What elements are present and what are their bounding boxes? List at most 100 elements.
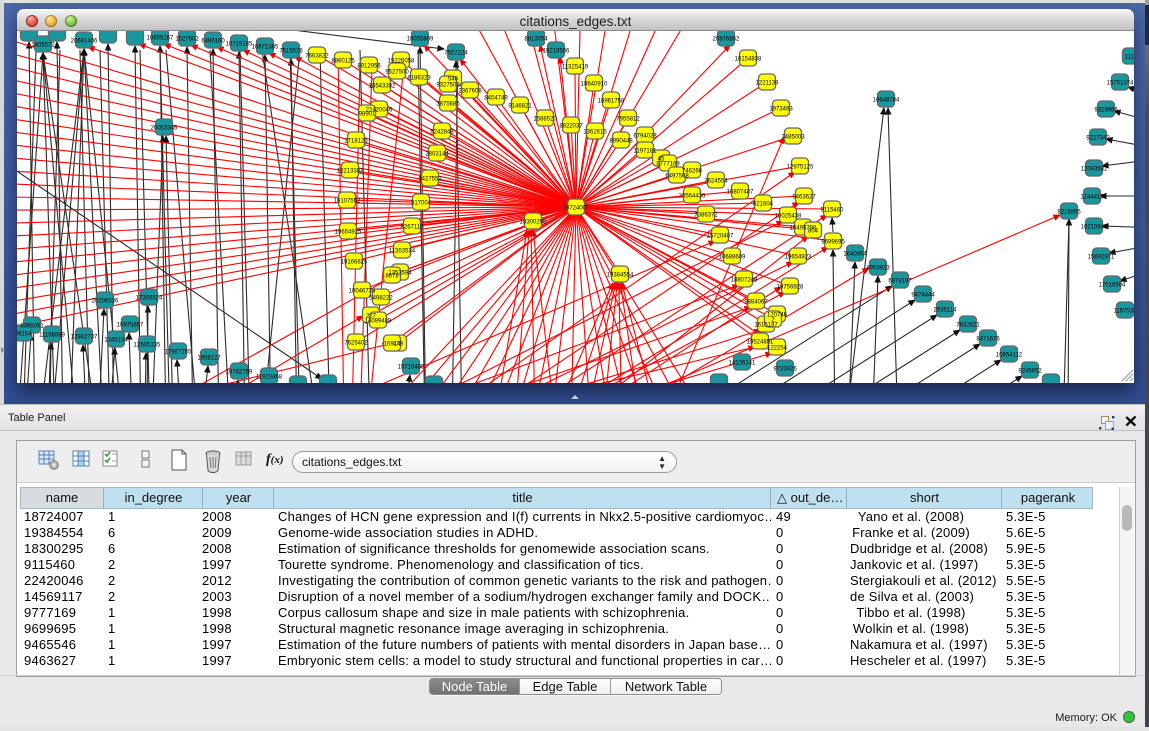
svg-text:11156889: 11156889	[39, 333, 65, 339]
svg-text:8215955: 8215955	[1057, 210, 1081, 216]
svg-text:8990448: 8990448	[609, 139, 633, 145]
svg-text:10055809: 10055809	[407, 37, 434, 43]
svg-text:3875685: 3875685	[436, 102, 460, 108]
svg-text:8912956: 8912956	[357, 64, 381, 70]
svg-text:1405572: 1405572	[31, 43, 55, 49]
svg-text:5498222: 5498222	[369, 296, 393, 302]
svg-text:16543382: 16543382	[369, 84, 396, 90]
svg-text:9245652: 9245652	[1018, 369, 1042, 375]
svg-text:1958127: 1958127	[197, 356, 221, 362]
svg-text:746266: 746266	[682, 169, 703, 175]
svg-text:11353534: 11353534	[389, 249, 416, 255]
svg-text:821604: 821604	[753, 202, 774, 208]
svg-text:7515526: 7515526	[279, 49, 303, 55]
svg-text:18807249: 18807249	[731, 278, 758, 284]
svg-text:12093582: 12093582	[1081, 167, 1108, 173]
svg-text:20053346: 20053346	[151, 126, 178, 132]
svg-text:8454749: 8454749	[484, 96, 508, 102]
svg-text:8860125: 8860125	[331, 59, 355, 65]
svg-text:10025438: 10025438	[775, 214, 802, 220]
svg-text:9242848: 9242848	[430, 130, 454, 136]
svg-text:12213382: 12213382	[337, 169, 364, 175]
svg-text:1973493: 1973493	[769, 107, 793, 113]
svg-text:1112: 1112	[1125, 55, 1134, 61]
svg-text:20206536: 20206536	[92, 299, 119, 305]
svg-text:10671385: 10671385	[252, 45, 279, 51]
svg-text:1588520: 1588520	[533, 117, 557, 123]
svg-text:1197181: 1197181	[634, 149, 658, 155]
svg-text:17359924: 17359924	[136, 296, 163, 302]
svg-text:2718126: 2718126	[344, 139, 368, 145]
svg-text:1244415: 1244415	[1080, 195, 1104, 201]
svg-text:2803144: 2803144	[425, 152, 449, 158]
svg-text:9327508: 9327508	[436, 83, 460, 89]
svg-text:17016504: 17016504	[1099, 283, 1126, 289]
svg-text:8678: 8678	[385, 274, 399, 280]
svg-text:3624554: 3624554	[704, 179, 728, 185]
svg-text:19166825: 19166825	[341, 260, 368, 266]
svg-text:16961758: 16961758	[598, 99, 625, 105]
svg-text:10655267: 10655267	[147, 36, 174, 42]
svg-text:16782759: 16782759	[226, 370, 253, 376]
svg-text:14136141: 14136141	[729, 361, 756, 367]
svg-text:9699695: 9699695	[821, 240, 845, 246]
svg-text:2935114: 2935114	[934, 308, 958, 314]
svg-text:2367608: 2367608	[458, 89, 482, 95]
svg-text:804: 804	[808, 229, 819, 235]
svg-text:8471676: 8471676	[976, 337, 1000, 343]
svg-text:14099489: 14099489	[365, 319, 392, 325]
svg-text:1640954: 1640954	[843, 252, 867, 258]
svg-text:15720407: 15720407	[707, 234, 734, 240]
svg-text:15716485: 15716485	[398, 365, 425, 371]
svg-text:8267110: 8267110	[401, 225, 425, 231]
svg-text:7386372: 7386372	[694, 213, 718, 219]
svg-text:19384554: 19384554	[607, 273, 634, 279]
svg-text:39154: 39154	[17, 332, 32, 338]
svg-text:122254: 122254	[767, 346, 788, 352]
svg-text:15226058: 15226058	[388, 59, 415, 65]
svg-text:8427552: 8427552	[418, 177, 442, 183]
svg-text:18640910: 18640910	[581, 82, 608, 88]
svg-text:10975867: 10975867	[117, 323, 144, 329]
svg-text:11325419: 11325419	[562, 65, 589, 71]
svg-text:18724007: 18724007	[563, 206, 590, 212]
svg-text:1362615: 1362615	[583, 130, 607, 136]
svg-text:12975125: 12975125	[787, 165, 814, 171]
svg-text:7955812: 7955812	[616, 117, 640, 123]
svg-text:16914: 16914	[384, 342, 401, 348]
svg-text:10688609: 10688609	[719, 255, 746, 261]
svg-text:12942737: 12942737	[71, 335, 98, 341]
svg-text:16154838: 16154838	[735, 57, 762, 63]
svg-text:9463627: 9463627	[792, 195, 816, 201]
svg-text:7485003: 7485003	[781, 135, 805, 141]
svg-text:19654925: 19654925	[335, 230, 362, 236]
svg-text:11923468: 11923468	[256, 375, 283, 381]
svg-text:20564436: 20564436	[679, 194, 706, 200]
svg-text:9474444: 9474444	[911, 293, 935, 299]
svg-text:10654112: 10654112	[996, 353, 1023, 359]
svg-text:1167533: 1167533	[1114, 309, 1134, 315]
svg-text:19218506: 19218506	[543, 49, 570, 55]
svg-text:20876862: 20876862	[713, 37, 740, 43]
svg-text:9115460: 9115460	[821, 208, 845, 214]
svg-text:7632621: 7632621	[956, 323, 980, 329]
svg-text:9777169: 9777169	[656, 162, 680, 168]
svg-text:6879197: 6879197	[888, 279, 912, 285]
svg-text:9146821: 9146821	[508, 104, 532, 110]
svg-text:1615197: 1615197	[754, 323, 778, 329]
svg-text:6466160: 6466160	[201, 39, 225, 45]
svg-text:1345194: 1345194	[104, 338, 128, 344]
svg-text:7557224: 7557224	[444, 51, 468, 57]
svg-text:9329966: 9329966	[1094, 108, 1118, 114]
svg-text:18300295: 18300295	[520, 220, 547, 226]
svg-text:19756928: 19756928	[777, 285, 804, 291]
svg-text:10807487: 10807487	[727, 190, 754, 196]
svg-text:1221139: 1221139	[756, 81, 780, 87]
svg-text:9527500: 9527500	[385, 70, 409, 76]
svg-text:8813054: 8813054	[524, 37, 548, 43]
svg-text:17957255: 17957255	[165, 350, 192, 356]
svg-text:10719185: 10719185	[226, 42, 253, 48]
svg-text:20691406: 20691406	[71, 39, 98, 45]
svg-text:1527602: 1527602	[175, 37, 199, 43]
svg-text:12505135: 12505135	[134, 343, 161, 349]
